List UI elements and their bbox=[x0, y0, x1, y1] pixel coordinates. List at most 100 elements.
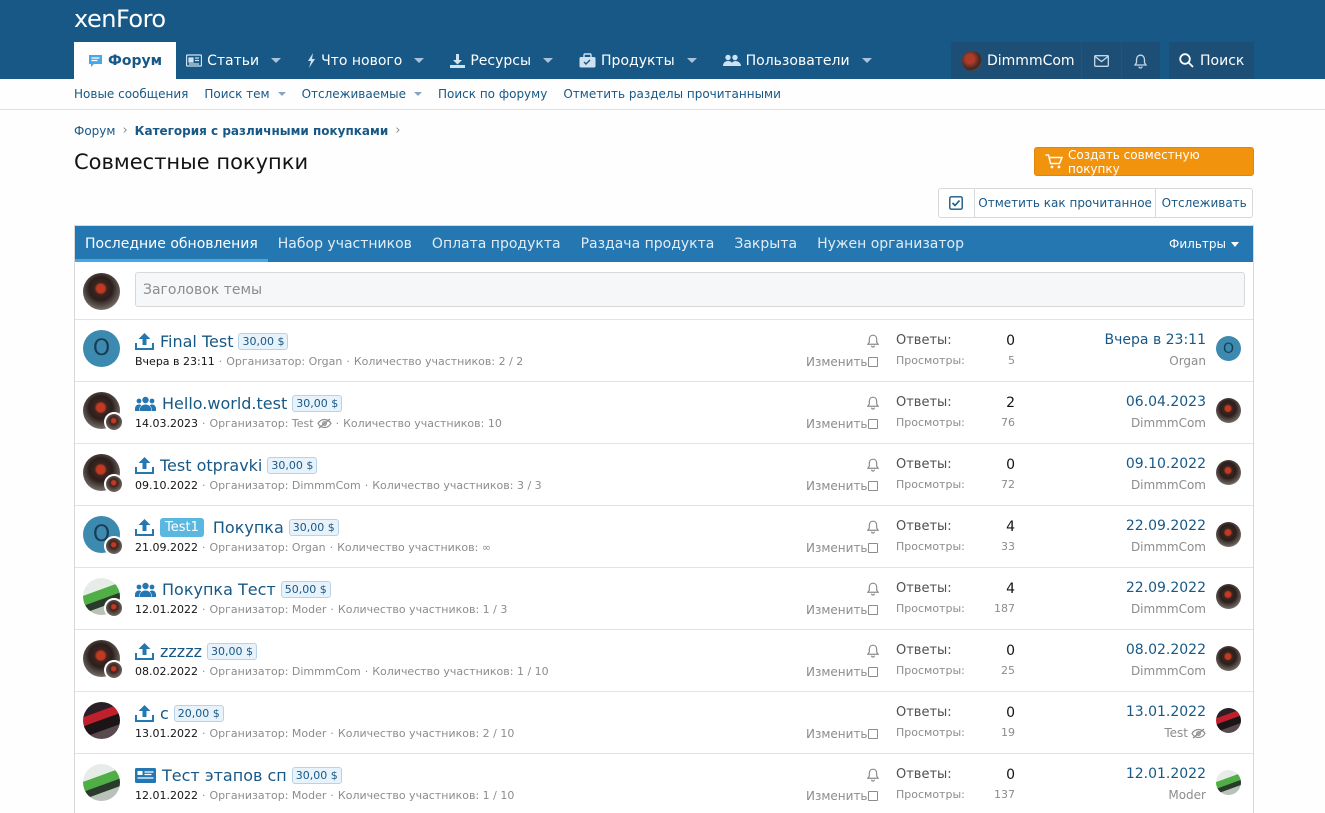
last-poster-avatar[interactable]: O bbox=[1216, 336, 1241, 361]
last-poster-avatar[interactable] bbox=[1216, 522, 1241, 547]
thread-date[interactable]: 13.01.2022 bbox=[135, 727, 198, 740]
last-poster-mini-avatar[interactable] bbox=[104, 536, 124, 556]
organizer-name[interactable]: DimmmCom bbox=[292, 479, 361, 492]
last-poster-mini-avatar[interactable] bbox=[104, 660, 124, 680]
last-poster-avatar[interactable] bbox=[1216, 708, 1241, 733]
chevron-down-icon[interactable] bbox=[271, 58, 282, 63]
edit-link[interactable]: Изменить bbox=[806, 789, 868, 803]
last-post-date[interactable]: 06.04.2023 bbox=[1126, 394, 1206, 410]
edit-link[interactable]: Изменить bbox=[806, 727, 868, 741]
thread-title[interactable]: Test otpravki bbox=[160, 456, 262, 475]
select-checkbox-icon[interactable] bbox=[939, 189, 975, 217]
last-post-date[interactable]: 12.01.2022 bbox=[1126, 766, 1206, 782]
envelope-icon[interactable] bbox=[1092, 52, 1110, 70]
last-post-date[interactable]: 22.09.2022 bbox=[1126, 580, 1206, 596]
avatar[interactable] bbox=[83, 764, 120, 801]
tab-payment[interactable]: Оплата продукта bbox=[422, 226, 571, 262]
edit-link[interactable]: Изменить bbox=[806, 355, 868, 369]
last-poster-name[interactable]: Moder bbox=[1168, 788, 1206, 802]
select-checkbox[interactable] bbox=[868, 543, 878, 553]
thread-title[interactable]: Hello.world.test bbox=[162, 394, 287, 413]
organizer-name[interactable]: DimmmCom bbox=[292, 665, 361, 678]
avatar[interactable] bbox=[83, 702, 120, 739]
chevron-down-icon[interactable] bbox=[414, 58, 425, 63]
chevron-down-icon[interactable] bbox=[686, 58, 697, 63]
tab-recruiting[interactable]: Набор участников bbox=[268, 226, 422, 262]
bell-icon[interactable] bbox=[866, 458, 880, 476]
last-poster-mini-avatar[interactable] bbox=[104, 598, 124, 618]
last-poster-name[interactable]: DimmmCom bbox=[1131, 540, 1206, 554]
nav-tab-resources[interactable]: Ресурсы bbox=[440, 42, 569, 79]
last-poster-name[interactable]: DimmmCom bbox=[1131, 664, 1206, 678]
subnav-mark-read[interactable]: Отметить разделы прочитанными bbox=[563, 87, 781, 101]
bell-icon[interactable] bbox=[866, 334, 880, 352]
edit-link[interactable]: Изменить bbox=[806, 479, 868, 493]
thread-title[interactable]: Покупка Тест bbox=[162, 580, 276, 599]
bell-icon[interactable] bbox=[1131, 52, 1149, 70]
thread-title[interactable]: Final Test bbox=[160, 332, 233, 351]
breadcrumb-category[interactable]: Категория с различными покупками bbox=[135, 124, 389, 138]
nav-tab-articles[interactable]: Статьи bbox=[176, 42, 297, 79]
select-checkbox[interactable] bbox=[868, 791, 878, 801]
bell-icon[interactable] bbox=[866, 582, 880, 600]
select-checkbox[interactable] bbox=[868, 481, 878, 491]
subnav-new-posts[interactable]: Новые сообщения bbox=[74, 87, 188, 101]
last-poster-name[interactable]: DimmmCom bbox=[1131, 602, 1206, 616]
tab-distribution[interactable]: Раздача продукта bbox=[571, 226, 725, 262]
chevron-down-icon[interactable] bbox=[861, 58, 872, 63]
last-poster-mini-avatar[interactable] bbox=[104, 474, 124, 494]
edit-link[interactable]: Изменить bbox=[806, 541, 868, 555]
last-poster-name[interactable]: DimmmCom bbox=[1131, 416, 1206, 430]
thread-row[interactable]: O Final Test 30,00 $ Вчера в 23:11 · Организа… bbox=[75, 320, 1253, 382]
edit-link[interactable]: Изменить bbox=[806, 417, 868, 431]
select-checkbox[interactable] bbox=[868, 357, 878, 367]
thread-row[interactable]: Тест этапов сп 30,00 $ 12.01.2022 · Организа… bbox=[75, 754, 1253, 813]
nav-tab-users[interactable]: Пользователи bbox=[713, 42, 888, 79]
last-poster-avatar[interactable] bbox=[1216, 398, 1241, 423]
thread-row[interactable]: Test otpravki 30,00 $ 09.10.2022 · Организат… bbox=[75, 444, 1253, 506]
select-checkbox[interactable] bbox=[868, 419, 878, 429]
thread-date[interactable]: 09.10.2022 bbox=[135, 479, 198, 492]
thread-date[interactable]: 21.09.2022 bbox=[135, 541, 198, 554]
chevron-down-icon[interactable] bbox=[543, 58, 554, 63]
thread-row[interactable]: O Test1 Покупка 30,00 $21.09.2022 · Организат… bbox=[75, 506, 1253, 568]
filters-button[interactable]: Фильтры bbox=[1169, 226, 1239, 262]
last-poster-avatar[interactable] bbox=[1216, 770, 1241, 795]
thread-title-input[interactable]: Заголовок темы bbox=[135, 272, 1245, 307]
last-poster-avatar[interactable] bbox=[1216, 584, 1241, 609]
last-post-date[interactable]: 08.02.2022 bbox=[1126, 642, 1206, 658]
thread-row[interactable]: Hello.world.test 30,00 $ 14.03.2023 · Органи… bbox=[75, 382, 1253, 444]
organizer-name[interactable]: Organ bbox=[292, 541, 326, 554]
organizer-name[interactable]: Moder bbox=[292, 603, 327, 616]
last-post-date[interactable]: 22.09.2022 bbox=[1126, 518, 1206, 534]
bell-icon[interactable] bbox=[866, 768, 880, 786]
organizer-name[interactable]: Moder bbox=[292, 789, 327, 802]
thread-title[interactable]: zzzzz bbox=[160, 642, 202, 661]
thread-title[interactable]: с bbox=[160, 704, 169, 723]
organizer-name[interactable]: Moder bbox=[292, 727, 327, 740]
tab-latest[interactable]: Последние обновления bbox=[75, 226, 268, 262]
subnav-search-forum[interactable]: Поиск по форуму bbox=[438, 87, 547, 101]
thread-title[interactable]: Тест этапов сп bbox=[162, 766, 287, 785]
thread-date[interactable]: Вчера в 23:11 bbox=[135, 355, 215, 368]
avatar[interactable] bbox=[83, 273, 120, 310]
edit-link[interactable]: Изменить bbox=[806, 603, 868, 617]
last-poster-avatar[interactable] bbox=[1216, 460, 1241, 485]
bell-icon[interactable] bbox=[866, 644, 880, 662]
thread-date[interactable]: 08.02.2022 bbox=[135, 665, 198, 678]
last-poster-avatar[interactable] bbox=[1216, 646, 1241, 671]
thread-title[interactable]: Покупка bbox=[213, 518, 284, 537]
chevron-down-icon[interactable] bbox=[414, 92, 423, 96]
thread-row[interactable]: zzzzz 30,00 $ 08.02.2022 · Организатор: Dimm… bbox=[75, 630, 1253, 692]
user-name[interactable]: DimmmCom bbox=[987, 53, 1075, 69]
last-post-date[interactable]: Вчера в 23:11 bbox=[1105, 332, 1206, 348]
thread-date[interactable]: 12.01.2022 bbox=[135, 603, 198, 616]
last-poster-name[interactable]: DimmmCom bbox=[1131, 478, 1206, 492]
create-group-buy-button[interactable]: Создать совместную покупку bbox=[1034, 147, 1254, 176]
breadcrumb-forum[interactable]: Форум bbox=[74, 124, 115, 138]
select-checkbox[interactable] bbox=[868, 667, 878, 677]
select-checkbox[interactable] bbox=[868, 729, 878, 739]
select-checkbox[interactable] bbox=[868, 605, 878, 615]
nav-tab-whats-new[interactable]: Что нового bbox=[297, 42, 440, 79]
tab-need-organizer[interactable]: Нужен организатор bbox=[807, 226, 974, 262]
